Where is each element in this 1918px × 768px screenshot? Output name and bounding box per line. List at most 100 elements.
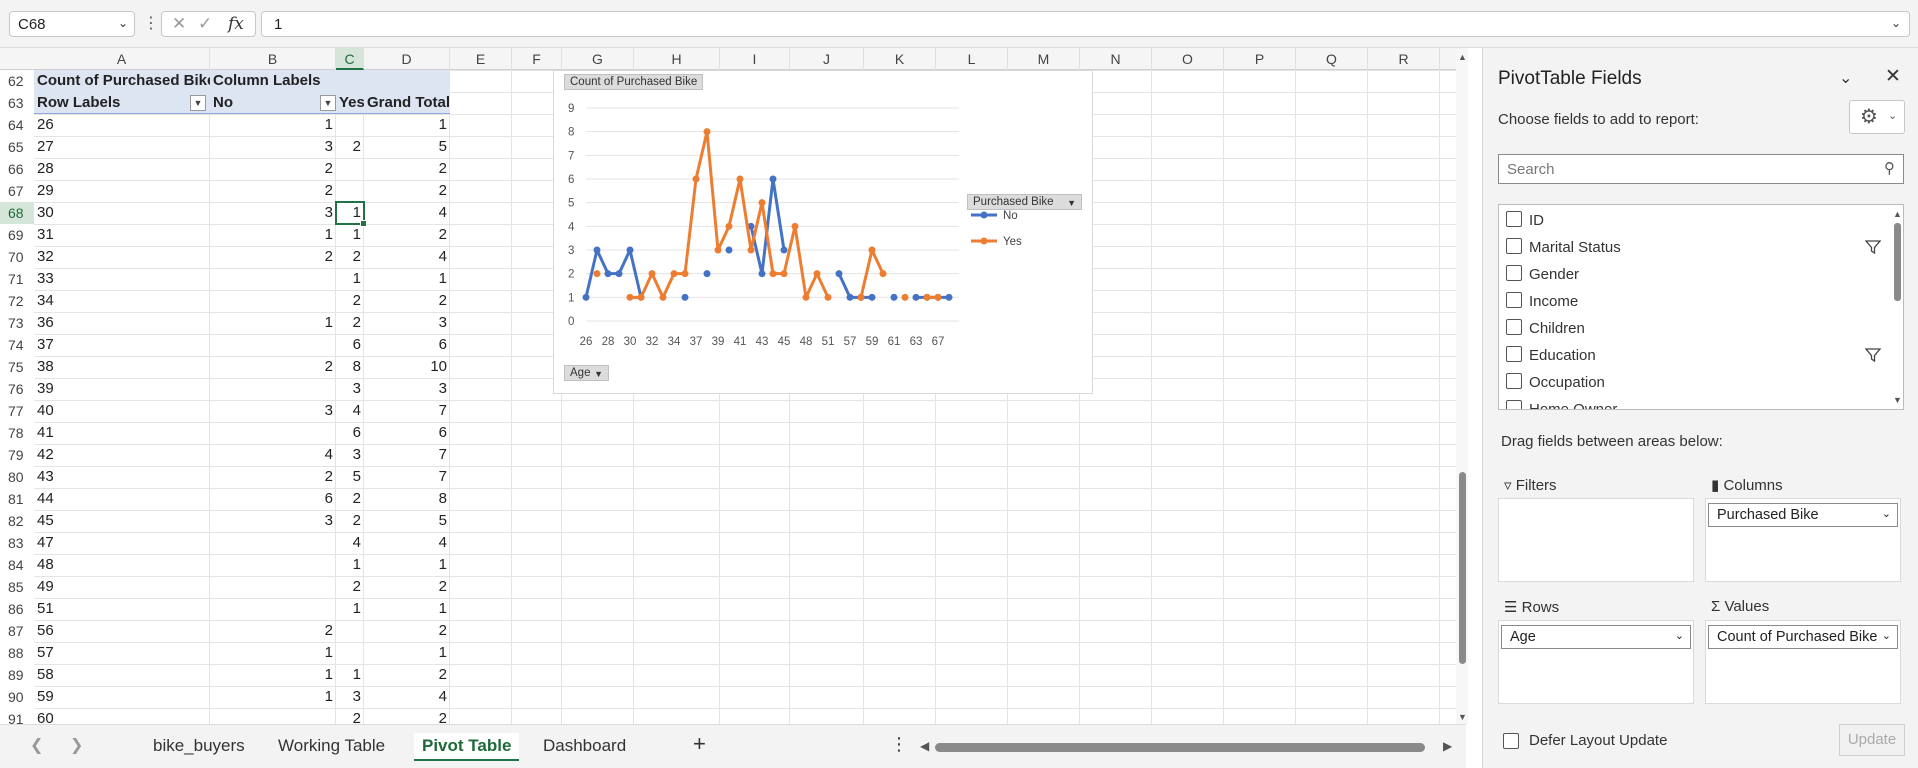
rows-area[interactable]: ☰ Rows Age ⌄ <box>1498 598 1698 704</box>
row-header-66[interactable]: 66 <box>0 158 34 180</box>
pivot-cell-yes[interactable] <box>336 158 364 180</box>
pivot-cell-no[interactable] <box>210 378 336 400</box>
row-header-74[interactable]: 74 <box>0 334 34 356</box>
scroll-thumb[interactable] <box>935 743 1425 752</box>
tab-bike-buyers[interactable]: bike_buyers <box>145 733 253 759</box>
rows-drop-zone[interactable]: Age ⌄ <box>1498 620 1694 704</box>
pivot-cell-no[interactable] <box>210 268 336 290</box>
chevron-down-icon[interactable]: ⌄ <box>1882 507 1891 520</box>
row-header-85[interactable]: 85 <box>0 576 34 598</box>
pivot-row-label[interactable]: 27 <box>34 136 210 158</box>
collapse-pane-icon[interactable]: ⌄ <box>1839 68 1852 88</box>
add-sheet-button[interactable]: + <box>693 731 706 757</box>
pivot-cell-no[interactable]: 3 <box>210 510 336 532</box>
chevron-down-icon[interactable]: ⌄ <box>118 16 128 30</box>
vertical-scrollbar[interactable]: ▲ ▼ <box>1456 48 1468 724</box>
field-item[interactable]: Income <box>1499 288 1879 315</box>
values-area[interactable]: Σ Values Count of Purchased Bike ⌄ <box>1705 598 1905 704</box>
scroll-right-icon[interactable]: ▶ <box>1443 739 1452 753</box>
pivot-cell-no[interactable] <box>210 290 336 312</box>
column-labels-filter-button[interactable]: ▼ <box>320 95 336 111</box>
pivot-cell-total[interactable]: 1 <box>364 642 450 664</box>
pivot-cell-no[interactable] <box>210 598 336 620</box>
row-header-77[interactable]: 77 <box>0 400 34 422</box>
pivot-cell-total[interactable]: 2 <box>364 224 450 246</box>
pivot-row-label[interactable]: 28 <box>34 158 210 180</box>
pivot-cell-no[interactable]: 2 <box>210 620 336 642</box>
pivot-cell-total[interactable]: 2 <box>364 576 450 598</box>
row-header-73[interactable]: 73 <box>0 312 34 334</box>
pivot-row-label[interactable]: 40 <box>34 400 210 422</box>
field-item[interactable]: Marital Status <box>1499 234 1882 261</box>
scroll-thumb[interactable] <box>1894 223 1901 301</box>
pivot-cell-yes[interactable]: 3 <box>336 686 364 708</box>
field-settings-button[interactable]: ⚙ ⌄ <box>1849 100 1905 134</box>
pivot-row-label[interactable]: 47 <box>34 532 210 554</box>
update-button[interactable]: Update <box>1839 724 1905 756</box>
row-header-88[interactable]: 88 <box>0 642 34 664</box>
column-header-h[interactable]: H <box>634 48 720 70</box>
pivot-cell-total[interactable]: 1 <box>364 598 450 620</box>
pivot-cell-total[interactable]: 2 <box>364 158 450 180</box>
field-checkbox[interactable] <box>1506 292 1522 308</box>
scroll-up-icon[interactable]: ▲ <box>1458 52 1467 62</box>
name-box[interactable]: C68 ⌄ <box>9 11 135 37</box>
column-header-f[interactable]: F <box>512 48 562 70</box>
pivot-cell-no[interactable]: 2 <box>210 356 336 378</box>
pivot-cell-total[interactable]: 3 <box>364 312 450 334</box>
row-header-68[interactable]: 68 <box>0 202 34 224</box>
field-checkbox[interactable] <box>1506 265 1522 281</box>
filters-drop-zone[interactable] <box>1498 498 1694 582</box>
pivot-cell-total[interactable]: 4 <box>364 202 450 224</box>
pivot-row-label[interactable]: 26 <box>34 114 210 136</box>
pivot-cell-total[interactable]: 6 <box>364 422 450 444</box>
rows-field-age[interactable]: Age ⌄ <box>1501 625 1691 649</box>
pivot-cell-total[interactable]: 2 <box>364 664 450 686</box>
field-checkbox[interactable] <box>1506 319 1522 335</box>
scroll-down-icon[interactable]: ▼ <box>1458 712 1467 722</box>
row-header-90[interactable]: 90 <box>0 686 34 708</box>
column-header-p[interactable]: P <box>1224 48 1296 70</box>
pivot-cell-yes[interactable]: 1 <box>336 224 364 246</box>
enter-icon[interactable]: ✓ <box>198 14 212 34</box>
pivot-row-label[interactable]: 33 <box>34 268 210 290</box>
pivot-cell-yes[interactable]: 1 <box>336 664 364 686</box>
grand-total-header[interactable]: Grand Total <box>364 92 450 114</box>
pivot-cell-yes[interactable]: 8 <box>336 356 364 378</box>
pivot-cell-no[interactable]: 1 <box>210 114 336 136</box>
pivot-cell-yes[interactable] <box>336 180 364 202</box>
pivot-cell-total[interactable]: 2 <box>364 290 450 312</box>
pivot-cell-yes[interactable]: 2 <box>336 488 364 510</box>
pivot-row-label[interactable]: 32 <box>34 246 210 268</box>
pivot-row-label[interactable]: 42 <box>34 444 210 466</box>
pivot-cell-total[interactable]: 4 <box>364 686 450 708</box>
column-no-header[interactable]: No <box>210 92 336 114</box>
filter-icon[interactable] <box>1864 345 1882 372</box>
field-item[interactable]: Home Owner <box>1499 396 1879 409</box>
pivot-cell-total[interactable]: 4 <box>364 246 450 268</box>
pivot-cell-no[interactable] <box>210 532 336 554</box>
row-header-71[interactable]: 71 <box>0 268 34 290</box>
values-field-count[interactable]: Count of Purchased Bike ⌄ <box>1708 625 1898 649</box>
pivot-cell-no[interactable]: 3 <box>210 400 336 422</box>
row-header-76[interactable]: 76 <box>0 378 34 400</box>
pivot-row-label[interactable]: 48 <box>34 554 210 576</box>
pivot-cell-no[interactable]: 1 <box>210 312 336 334</box>
defer-layout-option[interactable]: Defer Layout Update <box>1503 732 1667 749</box>
pivot-cell-yes[interactable]: 6 <box>336 422 364 444</box>
field-item[interactable]: Occupation <box>1499 369 1879 396</box>
row-header-62[interactable]: 62 <box>0 70 34 92</box>
pivot-cell-total[interactable]: 7 <box>364 444 450 466</box>
pivot-cell-no[interactable] <box>210 576 336 598</box>
defer-checkbox[interactable] <box>1503 733 1519 749</box>
active-cell-indicator[interactable] <box>335 201 367 227</box>
field-search-input[interactable]: Search ⚲ <box>1498 154 1904 184</box>
field-item[interactable]: Gender <box>1499 261 1879 288</box>
pivot-cell-no[interactable] <box>210 422 336 444</box>
column-labels-header[interactable]: Column Labels <box>210 70 450 92</box>
pivot-cell-total[interactable]: 3 <box>364 378 450 400</box>
pivot-cell-yes[interactable]: 2 <box>336 246 364 268</box>
pivot-cell-yes[interactable]: 3 <box>336 444 364 466</box>
row-header-84[interactable]: 84 <box>0 554 34 576</box>
row-header-63[interactable]: 63 <box>0 92 34 114</box>
